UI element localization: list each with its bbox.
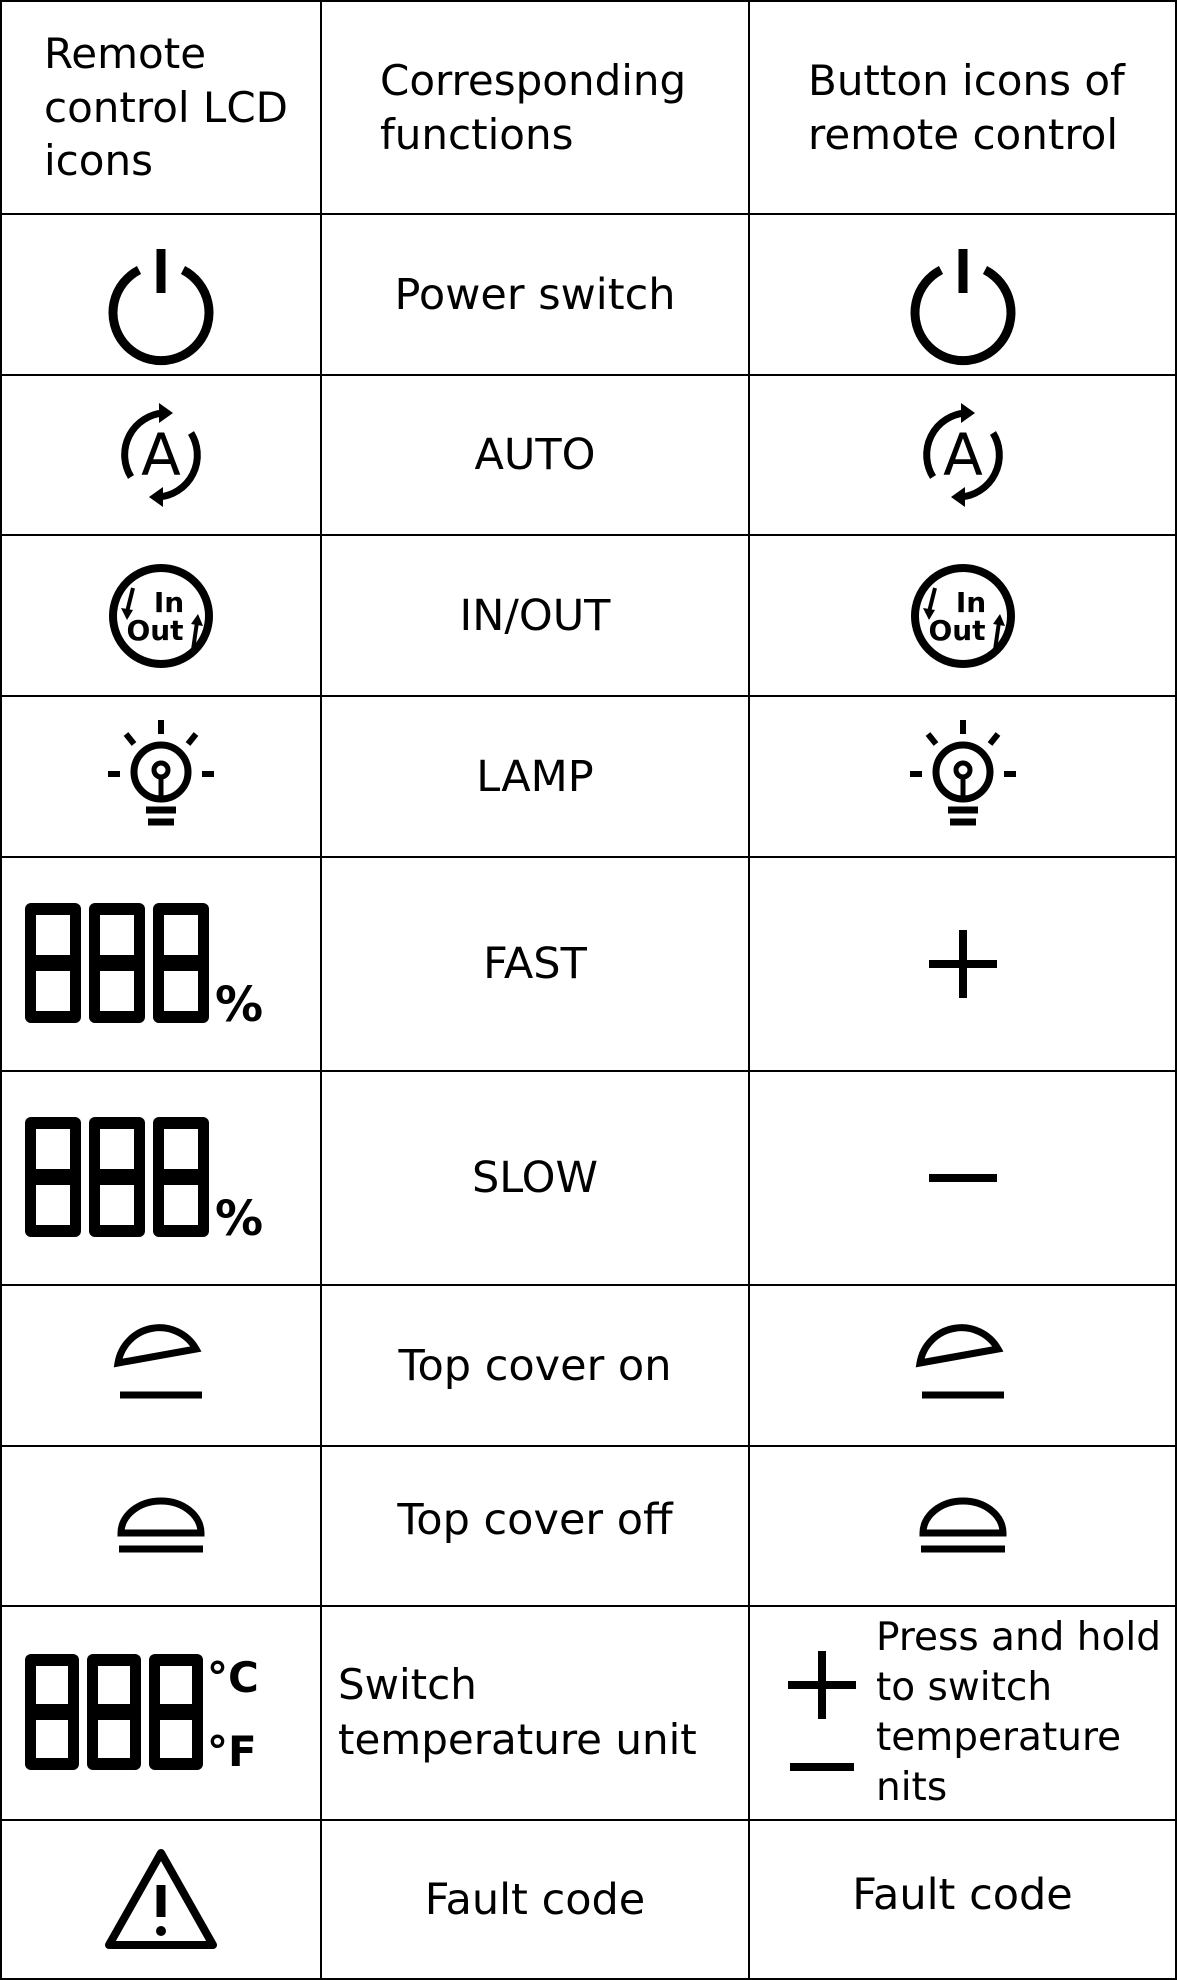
lcd-seven-segment-percent-icon: %	[2, 1072, 320, 1284]
svg-text:°C: °C	[207, 1653, 259, 1702]
function-switch-temperature-unit: Switch temperature unit	[338, 1660, 697, 1764]
function-in-out: IN/OUT	[459, 590, 611, 641]
lcd-seven-segment-percent-icon: %	[2, 858, 320, 1070]
lcd-in-out-icon: In Out	[2, 536, 320, 695]
press-hold-instruction: Press and hold to switch temperature nit…	[876, 1615, 1161, 1810]
lcd-lamp-icon	[2, 697, 320, 856]
button-lamp-icon	[750, 697, 1175, 856]
function-fault-code: Fault code	[424, 1874, 646, 1925]
svg-text:A: A	[943, 421, 983, 489]
header-functions: Corresponding functions	[380, 55, 687, 159]
header-lcd-icons: Remote control LCD icons	[44, 28, 289, 186]
svg-text:Out: Out	[126, 614, 183, 647]
svg-text:Out: Out	[928, 614, 985, 647]
header-button-icons: Button icons of remote control	[808, 55, 1125, 159]
lcd-warning-icon	[2, 1821, 320, 1978]
lcd-seven-segment-temperature-icon: °C °F	[2, 1607, 320, 1819]
button-fault-code-label: Fault code	[852, 1869, 1073, 1920]
function-power-switch: Power switch	[394, 269, 676, 320]
lcd-power-icon	[2, 215, 320, 374]
button-cover-closed-icon	[750, 1447, 1175, 1605]
function-fast: FAST	[483, 939, 587, 989]
function-slow: SLOW	[471, 1153, 599, 1203]
button-auto-icon: A	[750, 376, 1175, 534]
function-lamp: LAMP	[476, 751, 594, 802]
svg-text:%: %	[215, 977, 263, 1033]
function-auto: AUTO	[474, 430, 596, 480]
button-minus-icon	[750, 1072, 1175, 1284]
lcd-cover-open-icon	[2, 1286, 320, 1445]
lcd-auto-icon: A	[2, 376, 320, 534]
svg-text:%: %	[215, 1191, 263, 1247]
plus-minus-icon	[788, 1651, 856, 1771]
lcd-cover-closed-icon	[2, 1447, 320, 1605]
function-top-cover-on: Top cover on	[398, 1340, 672, 1391]
button-plus-icon	[750, 858, 1175, 1070]
button-cover-open-icon	[750, 1286, 1175, 1445]
button-plus-minus-cell: Press and hold to switch temperature nit…	[750, 1607, 1175, 1819]
button-power-icon	[750, 215, 1175, 374]
svg-text:°F: °F	[207, 1727, 257, 1776]
button-in-out-icon: In Out	[750, 536, 1175, 695]
svg-text:A: A	[141, 421, 181, 489]
function-top-cover-off: Top cover off	[397, 1495, 673, 1545]
